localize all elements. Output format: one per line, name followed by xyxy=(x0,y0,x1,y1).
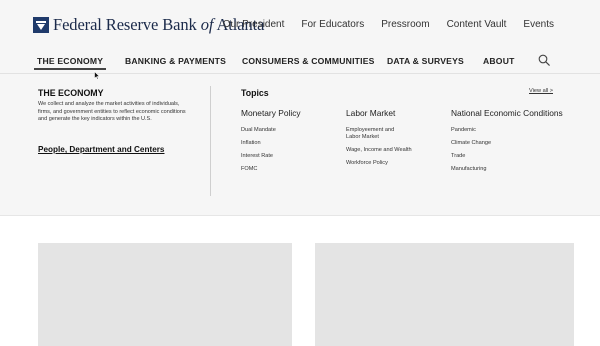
header-bar: Federal Reserve Bank of Atlanta Our Pres… xyxy=(0,0,600,46)
mouse-cursor-icon xyxy=(94,71,100,80)
mega-section-title: THE ECONOMY xyxy=(38,88,104,98)
topic-links: Employeement and Labor Market Wage, Inco… xyxy=(346,127,412,173)
topic-link-interest-rate[interactable]: Interest Rate xyxy=(241,153,311,160)
mega-divider xyxy=(210,86,211,196)
utility-link-our-president[interactable]: Our President xyxy=(223,19,285,30)
view-all-link[interactable]: View all > xyxy=(529,88,553,94)
logo-text-main: Federal Reserve Bank xyxy=(53,15,201,34)
topic-link-workforce-policy[interactable]: Workforce Policy xyxy=(346,160,404,167)
topic-title-national-economic-conditions[interactable]: National Economic Conditions xyxy=(451,108,563,118)
topic-column-national-economic-conditions: National Economic Conditions Pandemic Cl… xyxy=(451,108,563,172)
content-card-placeholder[interactable] xyxy=(315,243,574,346)
topic-column-monetary-policy: Monetary Policy Dual Mandate Inflation I… xyxy=(241,108,301,172)
bank-seal-icon xyxy=(33,17,49,33)
nav-item-data-surveys[interactable]: DATA & SURVEYS xyxy=(387,56,464,66)
nav-item-consumers-communities[interactable]: CONSUMERS & COMMUNITIES xyxy=(242,56,375,66)
topic-link-wage-income-wealth[interactable]: Wage, Income and Wealth xyxy=(346,147,426,154)
utility-nav: Our President For Educators Pressroom Co… xyxy=(223,19,554,30)
topic-link-inflation[interactable]: Inflation xyxy=(241,140,311,147)
utility-link-for-educators[interactable]: For Educators xyxy=(301,19,364,30)
nav-item-about[interactable]: ABOUT xyxy=(483,56,515,66)
nav-item-the-economy[interactable]: THE ECONOMY xyxy=(33,56,107,70)
topic-link-employment-labor-market[interactable]: Employeement and Labor Market xyxy=(346,127,404,141)
topic-links: Pandemic Climate Change Trade Manufactur… xyxy=(451,127,521,179)
logo-text-italic: of xyxy=(200,15,214,34)
topic-title-monetary-policy[interactable]: Monetary Policy xyxy=(241,108,301,118)
people-departments-link[interactable]: People, Department and Centers xyxy=(38,145,164,154)
utility-link-pressroom[interactable]: Pressroom xyxy=(381,19,429,30)
topic-link-climate-change[interactable]: Climate Change xyxy=(451,140,521,147)
topic-title-labor-market[interactable]: Labor Market xyxy=(346,108,395,118)
search-icon[interactable] xyxy=(538,54,550,66)
nav-item-banking-payments[interactable]: BANKING & PAYMENTS xyxy=(125,56,226,66)
topics-heading: Topics xyxy=(241,88,269,98)
utility-link-events[interactable]: Events xyxy=(523,19,554,30)
topic-link-fomc[interactable]: FOMC xyxy=(241,166,311,173)
topic-link-dual-mandate[interactable]: Dual Mandate xyxy=(241,127,311,134)
topic-link-trade[interactable]: Trade xyxy=(451,153,521,160)
mega-section-description: We collect and analyze the market activi… xyxy=(38,101,186,122)
topic-link-manufacturing[interactable]: Manufacturing xyxy=(451,166,521,173)
content-card-placeholder[interactable] xyxy=(38,243,292,346)
topic-column-labor-market: Labor Market Employeement and Labor Mark… xyxy=(346,108,412,166)
topic-link-pandemic[interactable]: Pandemic xyxy=(451,127,521,134)
mega-menu-panel: THE ECONOMY We collect and analyze the m… xyxy=(0,74,600,216)
main-nav: THE ECONOMY BANKING & PAYMENTS CONSUMERS… xyxy=(0,46,600,74)
utility-link-content-vault[interactable]: Content Vault xyxy=(447,19,507,30)
topic-links: Dual Mandate Inflation Interest Rate FOM… xyxy=(241,127,311,179)
